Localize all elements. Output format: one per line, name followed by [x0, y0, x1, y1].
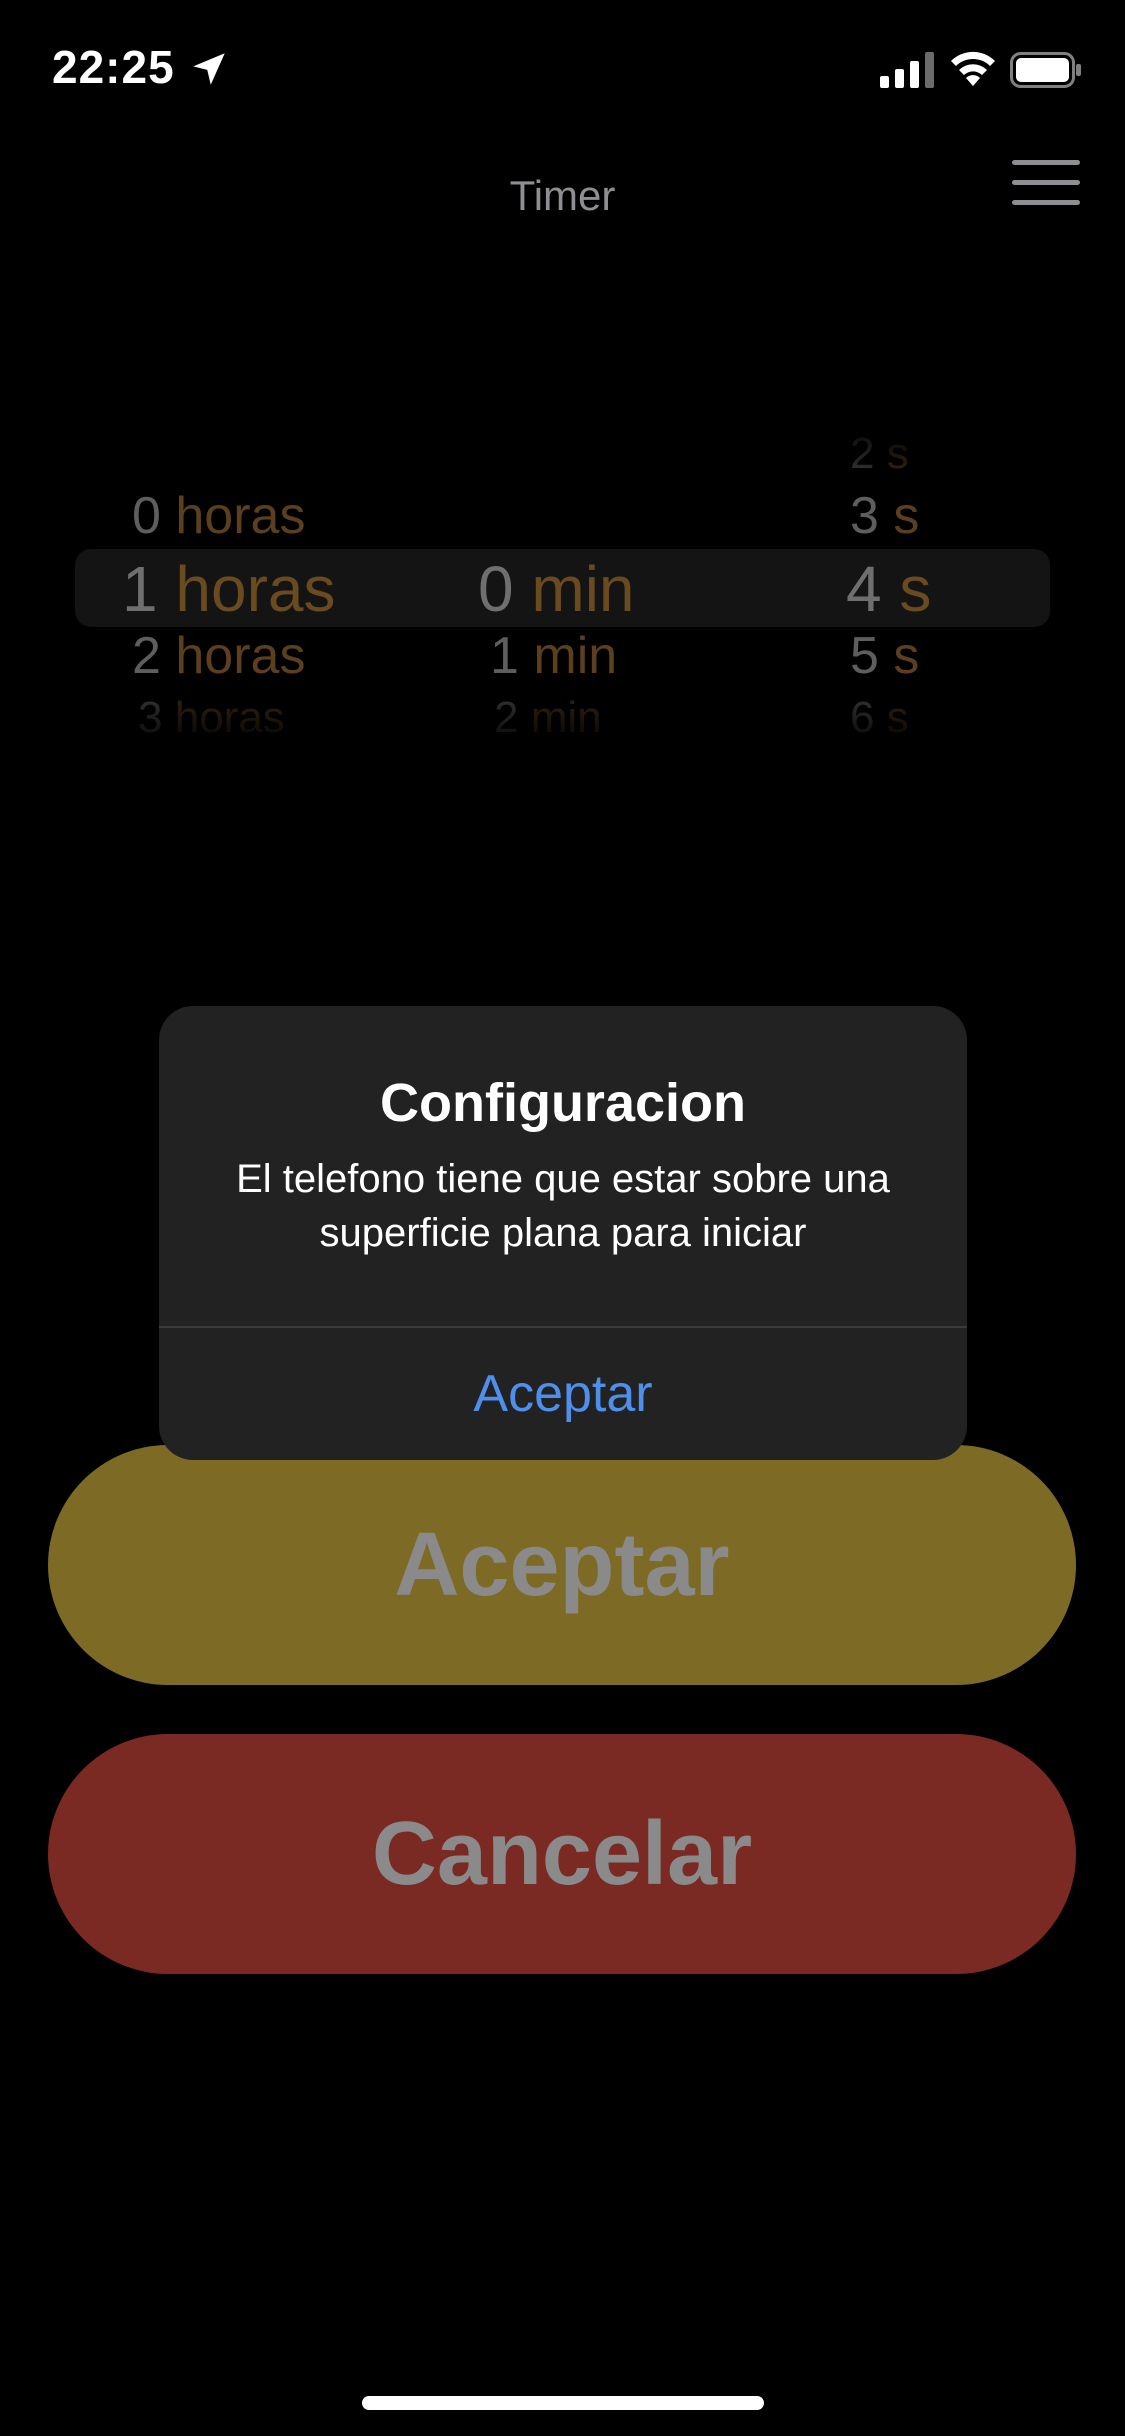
alert-message: El telefono tiene que estar sobre una su…	[236, 1157, 890, 1255]
cancel-button[interactable]: Cancelar	[48, 1734, 1076, 1974]
alert-title: Configuracion	[380, 1073, 746, 1133]
wifi-icon	[951, 51, 995, 86]
picker-fade-bottom	[0, 690, 1125, 750]
picker-row[interactable]: 0 horas	[132, 490, 305, 542]
status-bar: 22:25	[0, 0, 1125, 140]
alert-dialog: Configuracion El telefono tiene que esta…	[159, 1006, 967, 1460]
alert-accept-button[interactable]: Aceptar	[159, 1328, 967, 1460]
picker-row[interactable]: 2 horas	[132, 630, 305, 682]
hamburger-menu-icon[interactable]	[1012, 158, 1080, 208]
home-indicator[interactable]	[362, 2396, 764, 2410]
cellular-signal-icon	[880, 52, 934, 88]
battery-icon	[1010, 52, 1081, 88]
picker-fade-top	[0, 420, 1125, 480]
picker-selected-seconds[interactable]: 4 s	[846, 557, 931, 621]
picker-row[interactable]: 5 s	[850, 630, 919, 682]
location-arrow-icon	[193, 53, 225, 85]
picker-row[interactable]: 3 s	[850, 490, 919, 542]
picker-selected-hours[interactable]: 1 horas	[122, 557, 335, 621]
picker-row[interactable]: 1 min	[490, 630, 617, 682]
picker-selected-minutes[interactable]: 0 min	[478, 557, 635, 621]
accept-button[interactable]: Aceptar	[48, 1445, 1076, 1685]
timer-picker[interactable]: 0 horas 1 horas 2 horas 3 horas 0 min 1 …	[0, 420, 1125, 750]
page-title: Timer	[509, 172, 616, 219]
status-time: 22:25	[52, 41, 175, 93]
